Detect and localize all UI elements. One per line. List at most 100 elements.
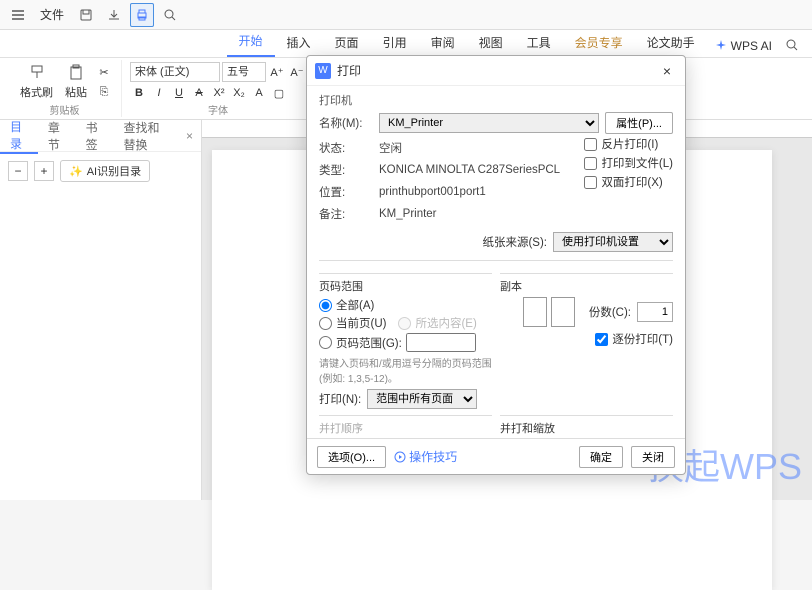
nav-tab-chapter[interactable]: 章节: [38, 119, 76, 153]
format-painter-button[interactable]: 格式刷: [16, 62, 57, 102]
nav-tab-bookmark[interactable]: 书签: [76, 119, 114, 153]
collate-checkbox[interactable]: 逐份打印(T): [595, 331, 673, 347]
name-label: 名称(M):: [319, 115, 373, 131]
clipboard-group: 格式刷 粘贴 ✂ ⎘ 剪贴板: [8, 60, 122, 117]
collate-illustration: [523, 297, 575, 327]
tab-insert[interactable]: 插入: [275, 28, 323, 57]
print-dialog: W 打印 × 打印机 名称(M): KM_Printer 属性(P)... 状态…: [306, 55, 686, 475]
order-title: 并打顺序: [319, 420, 492, 436]
range-selection-radio: 所选内容(E): [398, 315, 476, 331]
superscript-button[interactable]: X²: [210, 84, 228, 102]
menu-icon[interactable]: [6, 3, 30, 27]
range-title: 页码范围: [319, 278, 492, 294]
reverse-print-checkbox[interactable]: 反片打印(I): [584, 136, 673, 152]
play-icon: [394, 451, 406, 463]
scale-title: 并打和缩放: [500, 420, 673, 436]
where-value: printhubport001port1: [379, 186, 486, 198]
copies-input[interactable]: [637, 302, 673, 322]
range-pages-input[interactable]: [406, 333, 476, 352]
page-range-section: 页码范围 全部(A) 当前页(U) 所选内容(E) 页码范围(G): 请键入页码…: [319, 273, 492, 385]
status-label: 状态:: [319, 140, 373, 156]
nav-toolbar: − + ✨ AI识别目录: [0, 152, 201, 190]
ai-ocr-toc-button[interactable]: ✨ AI识别目录: [60, 160, 150, 182]
printer-section: 打印机 名称(M): KM_Printer 属性(P)... 状态:空闲 类型:…: [319, 92, 673, 261]
dialog-body: 打印机 名称(M): KM_Printer 属性(P)... 状态:空闲 类型:…: [307, 86, 685, 438]
font-name-select[interactable]: 宋体 (正文): [130, 62, 220, 82]
range-current-radio[interactable]: 当前页(U): [319, 315, 386, 331]
preview-icon[interactable]: [158, 3, 182, 27]
copies-title: 副本: [500, 278, 673, 294]
print-icon[interactable]: [130, 3, 154, 27]
sparkle-icon: [715, 40, 727, 52]
duplex-checkbox[interactable]: 双面打印(X): [584, 174, 673, 190]
wand-icon: ✨: [69, 165, 83, 178]
font-size-select[interactable]: 五号: [222, 62, 266, 82]
clipboard-label: 剪贴板: [50, 102, 80, 117]
print-order-section: 并打顺序 从左到右(F) 从上到下(B) 重复(R) 123456: [319, 415, 492, 438]
dialog-footer: 选项(O)... 操作技巧 确定 关闭: [307, 438, 685, 474]
scale-section: 并打和缩放 每页的版数(H):1 版 按纸型缩放(Z):无缩放 并打时绘制分隔线…: [500, 415, 673, 438]
paste-button[interactable]: 粘贴: [61, 62, 91, 102]
options-button[interactable]: 选项(O)...: [317, 446, 386, 468]
nav-tab-find[interactable]: 查找和替换: [113, 119, 178, 153]
wps-ai-button[interactable]: WPS AI: [707, 35, 780, 57]
font-color-button[interactable]: A: [250, 84, 268, 102]
tab-tools[interactable]: 工具: [515, 28, 563, 57]
properties-button[interactable]: 属性(P)...: [605, 112, 673, 134]
tab-reference[interactable]: 引用: [371, 28, 419, 57]
print-what-label: 打印(N):: [319, 391, 361, 407]
paper-source-select[interactable]: 使用打印机设置: [553, 232, 673, 252]
clipboard-icon: [67, 64, 85, 82]
nav-minus-button[interactable]: −: [8, 161, 28, 181]
comment-label: 备注:: [319, 206, 373, 222]
comment-value: KM_Printer: [379, 208, 437, 220]
range-hint: 请键入页码和/或用逗号分隔的页码范围(例如: 1,3,5-12)。: [319, 355, 492, 385]
tab-review[interactable]: 审阅: [419, 28, 467, 57]
copy-icon[interactable]: ⎘: [95, 83, 113, 101]
tips-link[interactable]: 操作技巧: [394, 448, 457, 465]
dialog-title: 打印: [337, 62, 361, 79]
ribbon-tabs: 开始 插入 页面 引用 审阅 视图 工具 会员专享 论文助手 WPS AI: [0, 30, 812, 58]
highlight-button[interactable]: ▢: [270, 84, 288, 102]
printer-name-select[interactable]: KM_Printer: [379, 113, 599, 133]
range-all-radio[interactable]: 全部(A): [319, 297, 492, 313]
search-icon[interactable]: [780, 33, 804, 57]
font-group: 宋体 (正文) 五号 A⁺ A⁻ B I U A X² X₂ A ▢ 字体: [122, 60, 315, 117]
copies-section: 副本 份数(C): 逐份打印(T): [500, 273, 673, 385]
ok-button[interactable]: 确定: [579, 446, 623, 468]
save-icon[interactable]: [74, 3, 98, 27]
bold-button[interactable]: B: [130, 84, 148, 102]
cut-icon[interactable]: ✂: [95, 63, 113, 81]
brush-icon: [28, 64, 46, 82]
tab-member[interactable]: 会员专享: [563, 28, 635, 57]
range-pages-radio[interactable]: 页码范围(G):: [319, 333, 492, 352]
increase-font-icon[interactable]: A⁺: [268, 63, 286, 81]
dialog-titlebar: W 打印 ×: [307, 56, 685, 86]
app-w-icon: W: [315, 63, 331, 79]
print-what-select[interactable]: 范围中所有页面: [367, 389, 477, 409]
copies-label: 份数(C):: [589, 304, 631, 320]
strike-button[interactable]: A: [190, 84, 208, 102]
print-to-file-checkbox[interactable]: 打印到文件(L): [584, 155, 673, 171]
close-button[interactable]: 关闭: [631, 446, 675, 468]
dialog-close-icon[interactable]: ×: [657, 61, 677, 81]
underline-button[interactable]: U: [170, 84, 188, 102]
left-nav-panel: 目录 章节 书签 查找和替换 × − + ✨ AI识别目录: [0, 120, 202, 500]
type-label: 类型:: [319, 162, 373, 178]
tab-page[interactable]: 页面: [323, 28, 371, 57]
tab-start[interactable]: 开始: [227, 26, 275, 57]
nav-tabs: 目录 章节 书签 查找和替换 ×: [0, 120, 201, 152]
where-label: 位置:: [319, 184, 373, 200]
nav-close-icon[interactable]: ×: [178, 129, 201, 143]
nav-tab-toc[interactable]: 目录: [0, 118, 38, 154]
nav-plus-button[interactable]: +: [34, 161, 54, 181]
file-menu[interactable]: 文件: [34, 2, 70, 27]
subscript-button[interactable]: X₂: [230, 84, 248, 102]
font-label: 字体: [208, 102, 228, 117]
export-icon[interactable]: [102, 3, 126, 27]
top-menubar: 文件: [0, 0, 812, 30]
decrease-font-icon[interactable]: A⁻: [288, 63, 306, 81]
tab-thesis[interactable]: 论文助手: [635, 28, 707, 57]
tab-view[interactable]: 视图: [467, 28, 515, 57]
italic-button[interactable]: I: [150, 84, 168, 102]
